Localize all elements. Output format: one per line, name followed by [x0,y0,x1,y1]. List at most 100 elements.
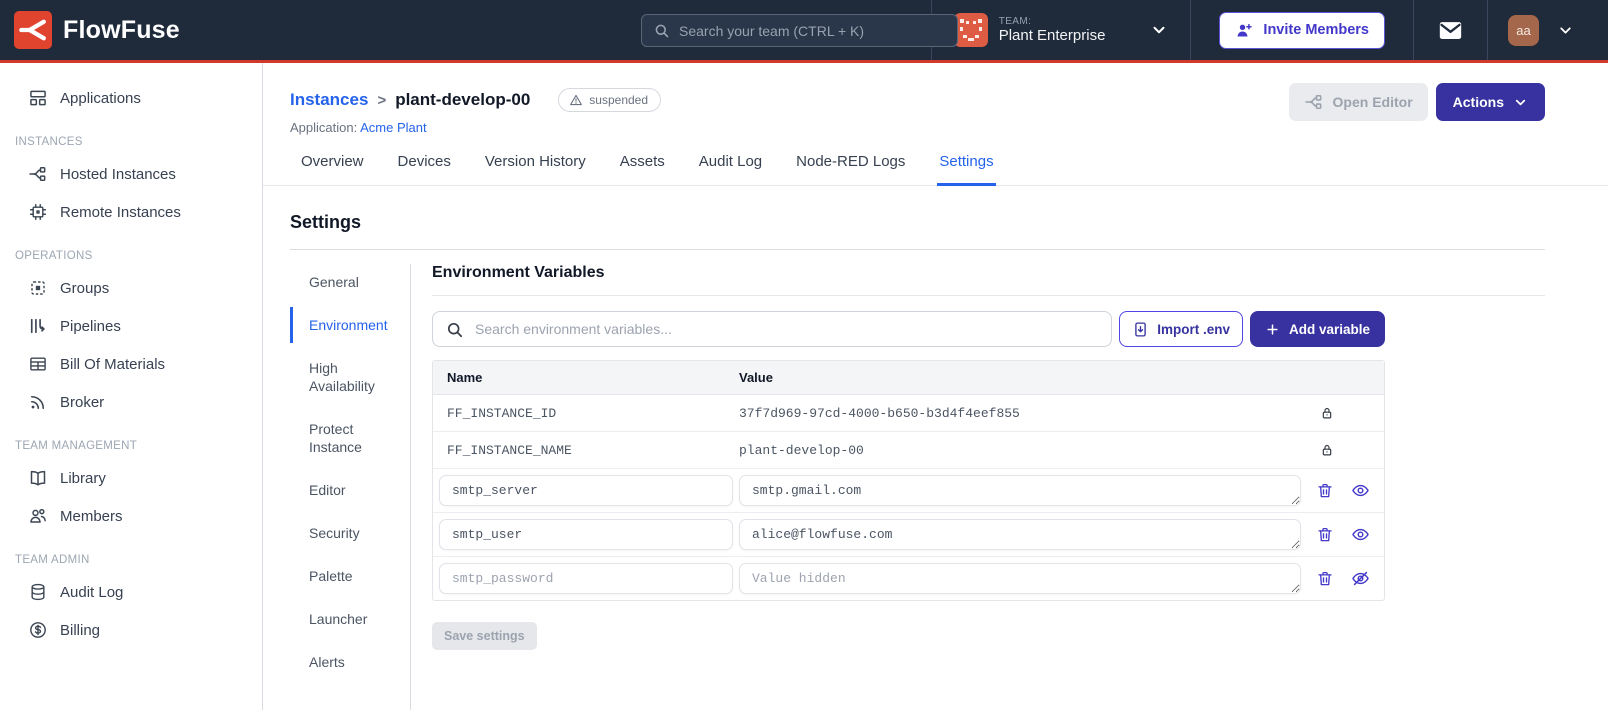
plus-icon [1267,323,1278,335]
settings-nav-high-availability[interactable]: High Availability [290,350,410,404]
sidebar-section-team-management: TEAM MANAGEMENT [15,440,138,452]
team-selector[interactable]: TEAM: Plant Enterprise [932,0,1191,60]
env-var-name: FF_INSTANCE_NAME [447,442,572,458]
sidebar-item-billing[interactable]: Billing [0,611,262,649]
add-variable-label: Add variable [1288,321,1370,337]
pipelines-icon [30,318,45,334]
env-search[interactable] [432,311,1113,347]
sidebar-item-bill-of-materials[interactable]: Bill Of Materials [0,345,262,383]
sidebar-item-groups[interactable]: Groups [0,269,262,307]
tab-overview[interactable]: Overview [299,149,366,186]
trash-icon [1317,571,1332,585]
env-var-value-input[interactable]: smtp.gmail.com [739,475,1301,506]
sidebar-item-members[interactable]: Members [0,497,262,535]
sidebar-item-label: Broker [60,393,105,411]
flowfuse-brand[interactable]: FlowFuse [14,11,180,49]
tab-assets[interactable]: Assets [618,149,667,186]
mail-icon [1439,21,1462,39]
sidebar-section-team-admin: TEAM ADMIN [15,554,90,566]
search-icon [655,24,669,38]
application-label: Application: [290,120,358,135]
team-search[interactable] [641,14,958,47]
application-link[interactable]: Acme Plant [360,120,426,135]
settings-nav-launcher[interactable]: Launcher [290,601,410,637]
sidebar-item-pipelines[interactable]: Pipelines [0,307,262,345]
trash-icon [1317,527,1332,541]
env-var-value: plant-develop-00 [739,442,864,458]
sidebar-item-remote-instances[interactable]: Remote Instances [0,193,262,231]
settings-divider [290,249,1545,250]
sidebar-item-applications[interactable]: Applications [0,79,262,117]
invite-members-label: Invite Members [1263,22,1369,38]
sidebar-item-broker[interactable]: Broker [0,383,262,421]
env-variables-table: Name Value FF_INSTANCE_ID 37f7d969-97cd-… [432,360,1385,601]
add-variable-button[interactable]: Add variable [1249,311,1385,347]
bill-of-materials-icon [30,357,46,371]
settings-nav-palette[interactable]: Palette [290,558,410,594]
import-env-label: Import .env [1157,321,1230,337]
delete-variable-button[interactable] [1316,482,1334,500]
tab-audit-log[interactable]: Audit Log [697,149,764,186]
flowfuse-logo-icon [14,11,52,49]
hosted-instances-icon [29,167,46,181]
sidebar-item-label: Audit Log [60,583,124,601]
settings-title: Settings [290,212,362,232]
main-content: Instances > plant-develop-00 suspended A… [263,63,1608,710]
tab-node-red-logs[interactable]: Node-RED Logs [794,149,907,186]
invite-members-button[interactable]: Invite Members [1219,11,1385,49]
env-var-value-input[interactable]: alice@flowfuse.com [739,519,1301,550]
env-var-name-input[interactable] [439,519,733,550]
settings-nav-general[interactable]: General [290,264,410,300]
settings-nav-alerts[interactable]: Alerts [290,644,410,680]
toggle-visibility-button[interactable] [1351,481,1370,500]
eye-off-icon [1351,571,1369,586]
sidebar-item-label: Library [60,469,106,487]
audit-log-icon [31,583,45,601]
toggle-visibility-button[interactable] [1351,569,1370,588]
settings-nav-security[interactable]: Security [290,515,410,551]
chevron-down-icon [1560,26,1571,34]
actions-label: Actions [1452,94,1504,110]
eye-icon [1351,484,1369,497]
delete-variable-button[interactable] [1316,570,1334,588]
sidebar-item-label: Applications [60,89,141,107]
breadcrumb-separator: > [377,91,387,109]
settings-nav-protect-instance[interactable]: Protect Instance [290,411,410,465]
sidebar-section-instances: INSTANCES [15,136,83,148]
env-var-name: FF_INSTANCE_ID [447,405,557,421]
env-search-input[interactable] [475,321,1100,337]
team-search-input[interactable] [679,22,946,39]
suspended-badge: suspended [558,88,662,112]
instance-tabs: Overview Devices Version History Assets … [263,135,1608,186]
tab-version-history[interactable]: Version History [483,149,588,186]
table-row-smtp-password [433,557,1384,600]
breadcrumb-instances-link[interactable]: Instances [290,90,368,110]
suspended-badge-label: suspended [589,93,649,107]
delete-variable-button[interactable] [1316,526,1334,544]
sidebar-item-audit-log[interactable]: Audit Log [0,573,262,611]
sidebar-item-hosted-instances[interactable]: Hosted Instances [0,155,262,193]
column-value: Value [739,370,773,385]
open-editor-button[interactable]: Open Editor [1288,83,1428,121]
env-var-name-input[interactable] [439,563,733,594]
env-var-name-input[interactable] [439,475,733,506]
actions-button[interactable]: Actions [1435,83,1545,121]
tab-settings[interactable]: Settings [937,149,996,186]
import-env-button[interactable]: Import .env [1119,311,1243,347]
sidebar-item-label: Members [60,507,123,525]
applications-icon [30,90,46,106]
tab-devices[interactable]: Devices [396,149,453,186]
brand-name: FlowFuse [63,15,180,44]
user-menu[interactable]: aa [1488,0,1594,60]
env-section-title: Environment Variables [432,264,1545,296]
sidebar-item-library[interactable]: Library [0,459,262,497]
broker-icon [30,395,45,410]
save-settings-button[interactable]: Save settings [432,622,537,650]
table-header: Name Value [433,361,1384,395]
notifications-button[interactable] [1414,0,1487,60]
toggle-visibility-button[interactable] [1351,525,1370,544]
env-var-value-input[interactable] [739,563,1301,594]
settings-nav-editor[interactable]: Editor [290,472,410,508]
settings-nav-environment[interactable]: Environment [290,307,410,343]
lock-icon [1322,444,1332,456]
